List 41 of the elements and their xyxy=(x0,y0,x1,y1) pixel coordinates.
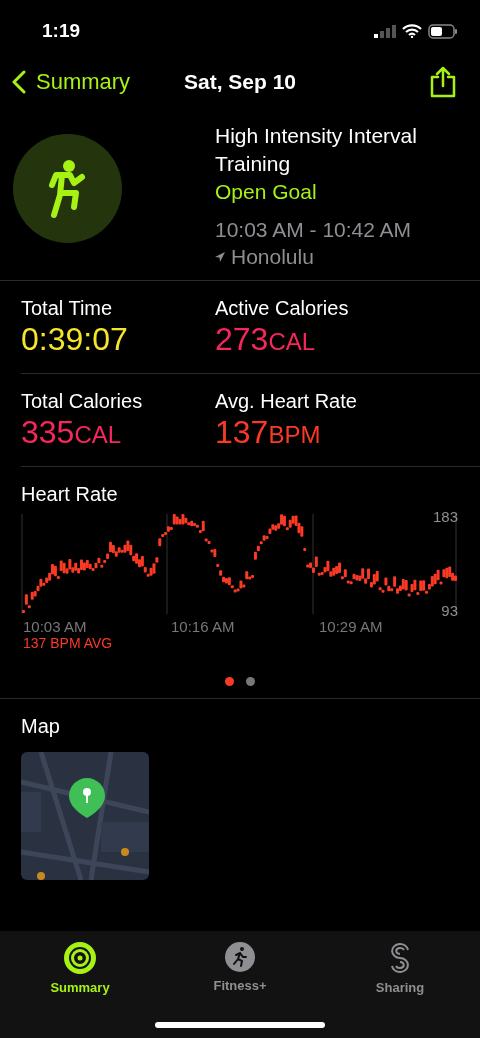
heart-rate-point xyxy=(216,564,220,568)
tab[interactable]: Summary xyxy=(25,941,135,996)
workout-goal: Open Goal xyxy=(215,179,318,205)
map-title: Map xyxy=(21,715,61,738)
axis-max-label: 183 xyxy=(432,508,458,525)
stat-value: 335CAL xyxy=(21,413,123,452)
back-button[interactable]: Summary xyxy=(12,69,131,95)
wifi-icon xyxy=(402,24,422,38)
battery-icon xyxy=(428,23,458,39)
location-arrow-icon xyxy=(215,252,225,262)
time-axis-label: 10:03 AM xyxy=(22,618,88,635)
tab[interactable]: Sharing xyxy=(345,941,455,996)
stat-label: Total Calories xyxy=(21,390,144,413)
share-icon[interactable] xyxy=(430,66,456,98)
sharing-icon xyxy=(388,942,412,974)
back-chevron-icon xyxy=(12,70,26,94)
heart-rate-point xyxy=(22,610,25,613)
stat-value: 137BPM xyxy=(215,413,322,452)
time-axis-label: 10:29 AM xyxy=(318,618,384,635)
time-axis-label: 10:16 AM xyxy=(170,618,236,635)
tab[interactable]: Fitness+ xyxy=(185,941,295,996)
axis-min-label: 93 xyxy=(441,602,458,619)
stat-label: Avg. Heart Rate xyxy=(215,390,358,413)
workout-name: High Intensity Interval Training xyxy=(215,123,418,177)
heart-rate-point xyxy=(303,548,307,552)
page-dot[interactable] xyxy=(225,677,234,686)
runner-icon xyxy=(47,158,88,219)
stat-value: 273CAL xyxy=(215,320,317,359)
status-time: 1:19 xyxy=(42,20,81,42)
stat-label: Active Calories xyxy=(215,297,350,320)
average-heart-rate: 137 BPM AVG xyxy=(22,635,114,651)
heart-rate-title: Heart Rate xyxy=(21,483,119,506)
stat-label: Total Time xyxy=(21,297,114,320)
rings-icon xyxy=(64,942,96,974)
workout-location: Honolulu xyxy=(231,244,314,270)
nav-title: Sat, Sep 10 xyxy=(183,70,297,94)
runner-icon xyxy=(225,942,255,972)
workout-time-range: 10:03 AM - 10:42 AM xyxy=(215,217,413,243)
signal-icon xyxy=(374,24,396,38)
page-dot[interactable] xyxy=(246,677,255,686)
stat-value: 0:39:07 xyxy=(21,320,129,358)
